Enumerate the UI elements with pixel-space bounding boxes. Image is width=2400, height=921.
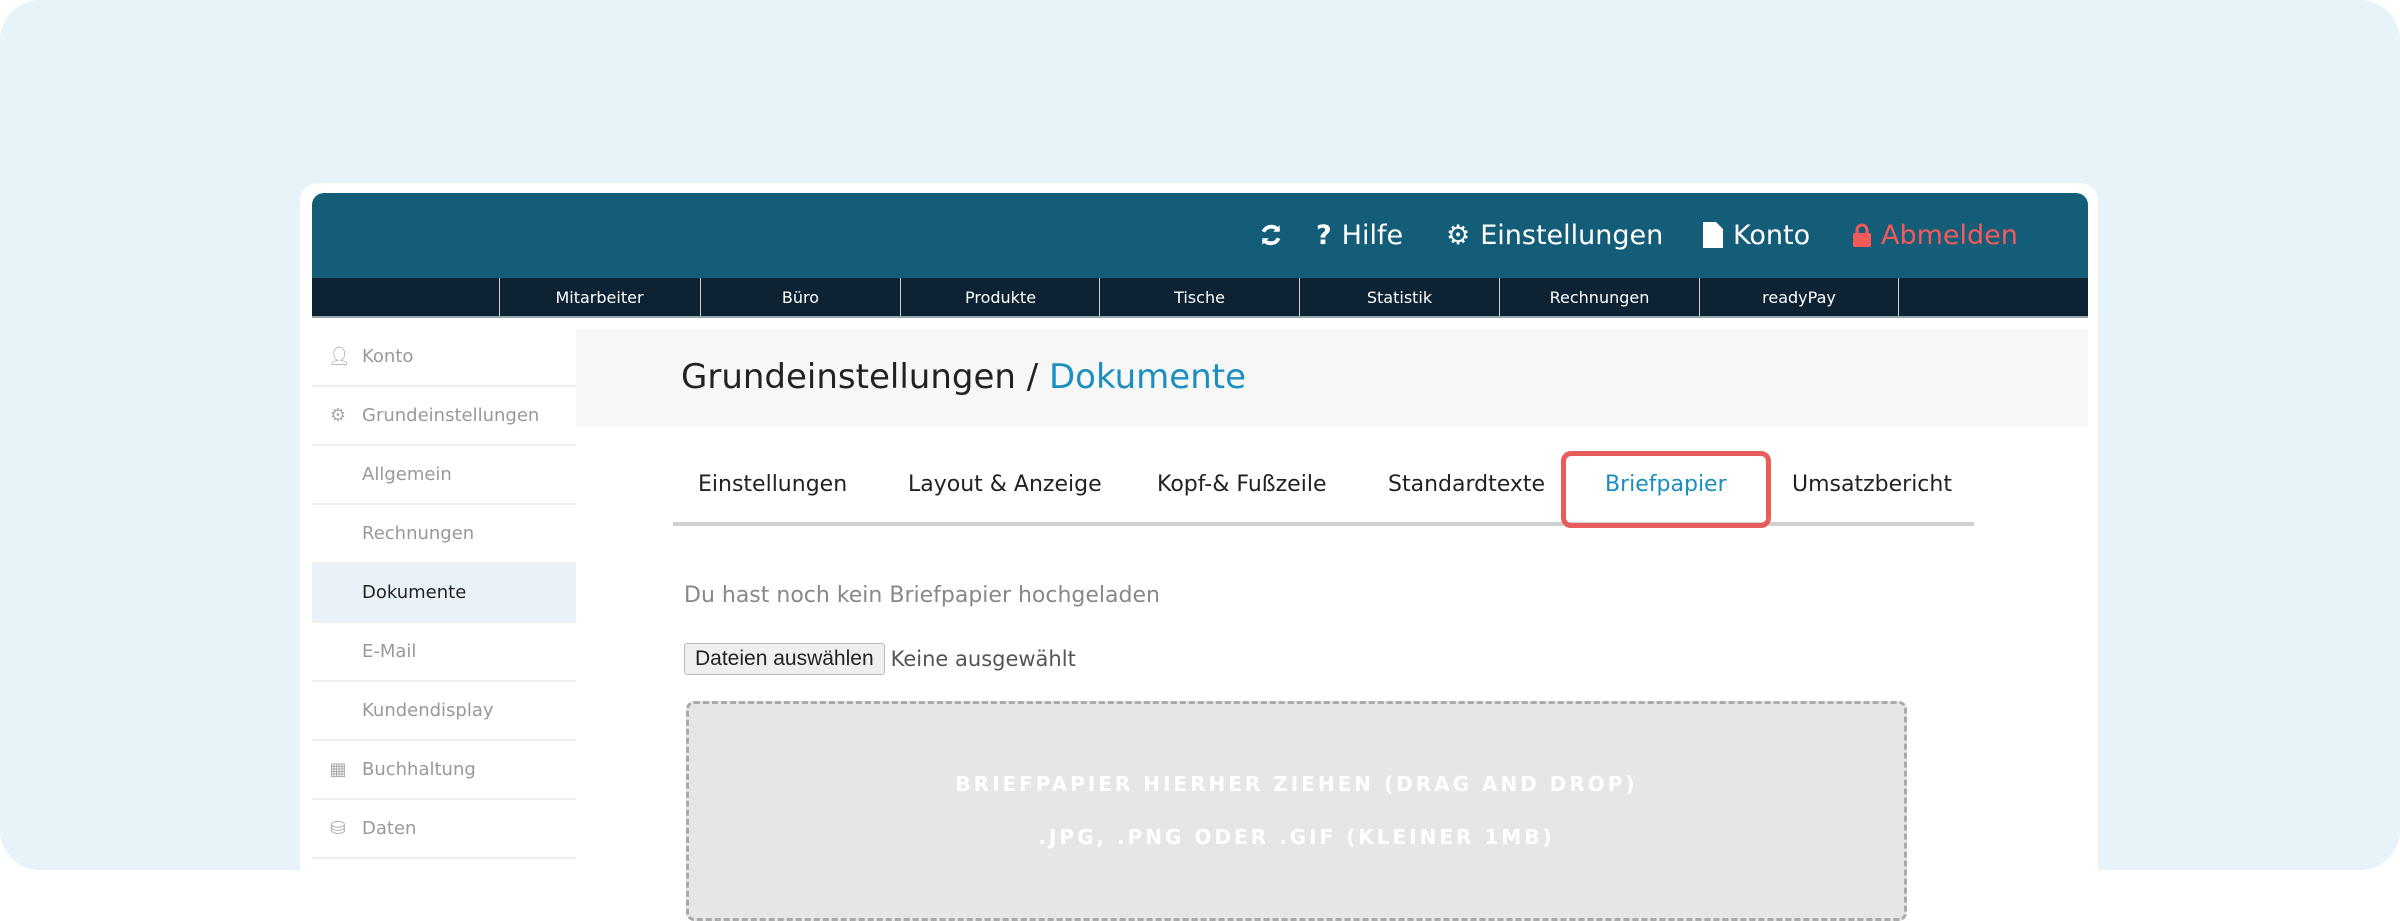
page-title: Grundeinstellungen / Dokumente <box>681 357 1247 397</box>
file-icon <box>1703 222 1723 248</box>
sidebar-item-buchhaltung[interactable]: ▦ Buchhaltung <box>312 741 576 800</box>
refresh-button[interactable] <box>1258 215 1284 255</box>
main-nav: Mitarbeiter Büro Produkte Tische Statist… <box>312 278 2088 318</box>
sidebar-item-daten[interactable]: ⛁ Daten <box>312 800 576 859</box>
nav-readypay[interactable]: readyPay <box>1699 278 1899 316</box>
database-icon: ⛁ <box>330 818 346 839</box>
top-header: ? Hilfe ⚙ Einstellungen Konto Abmelden <box>312 193 2088 278</box>
settings-button[interactable]: ⚙ Einstellungen <box>1446 215 1663 255</box>
sidebar-item-kundendisplay[interactable]: Kundendisplay <box>312 682 576 741</box>
dropzone-text: Briefpapier hierher ziehen (Drag and Dro… <box>955 772 1638 796</box>
question-icon: ? <box>1316 219 1332 251</box>
gears-icon: ⚙ <box>1446 219 1471 251</box>
account-button[interactable]: Konto <box>1703 215 1810 255</box>
highlight-box <box>1561 451 1771 528</box>
nav-buero[interactable]: Büro <box>700 278 900 316</box>
refresh-icon <box>1261 224 1281 246</box>
gear-icon: ⚙ <box>329 405 347 426</box>
sidebar-item-rechnungen[interactable]: Rechnungen <box>312 505 576 564</box>
help-button[interactable]: ? Hilfe <box>1316 215 1403 255</box>
tab-standardtexte[interactable]: Standardtexte <box>1388 472 1545 497</box>
dropzone-hint: .jpg, .png oder .gif (kleiner 1MB) <box>1038 825 1555 849</box>
file-status: Keine ausgewählt <box>890 647 1076 671</box>
sidebar-item-dokumente[interactable]: Dokumente <box>312 564 576 623</box>
user-icon: 👤︎ <box>328 346 351 367</box>
nav-tische[interactable]: Tische <box>1099 278 1299 316</box>
tab-einstellungen[interactable]: Einstellungen <box>698 472 847 497</box>
tab-layout-anzeige[interactable]: Layout & Anzeige <box>908 472 1102 497</box>
lock-icon <box>1853 223 1871 247</box>
choose-files-button[interactable]: Dateien auswählen <box>684 643 885 675</box>
title-highlight: Dokumente <box>1049 357 1247 397</box>
calculator-icon: ▦ <box>329 759 347 780</box>
dropzone[interactable]: Briefpapier hierher ziehen (Drag and Dro… <box>686 701 1907 921</box>
page-header: Grundeinstellungen / Dokumente <box>576 329 2088 427</box>
no-letterhead-message: Du hast noch kein Briefpapier hochgelade… <box>684 583 1160 608</box>
sidebar-item-grundeinstellungen[interactable]: ⚙ Grundeinstellungen <box>312 387 576 446</box>
nav-statistik[interactable]: Statistik <box>1299 278 1499 316</box>
nav-mitarbeiter[interactable]: Mitarbeiter <box>499 278 699 316</box>
sidebar-item-allgemein[interactable]: Allgemein <box>312 446 576 505</box>
nav-rechnungen[interactable]: Rechnungen <box>1499 278 1699 316</box>
tab-bar: Einstellungen Layout & Anzeige Kopf-& Fu… <box>673 460 1974 526</box>
tab-umsatzbericht[interactable]: Umsatzbericht <box>1792 472 1952 497</box>
nav-produkte[interactable]: Produkte <box>900 278 1100 316</box>
file-input: Dateien auswählen Keine ausgewählt <box>684 643 1076 675</box>
logout-button[interactable]: Abmelden <box>1853 215 2018 255</box>
tab-kopf-fusszeile[interactable]: Kopf-& Fußzeile <box>1157 472 1326 497</box>
sidebar-item-email[interactable]: E-Mail <box>312 623 576 682</box>
sidebar-item-konto[interactable]: 👤︎ Konto <box>312 328 576 387</box>
sidebar: 👤︎ Konto ⚙ Grundeinstellungen Allgemein Re… <box>312 328 576 859</box>
